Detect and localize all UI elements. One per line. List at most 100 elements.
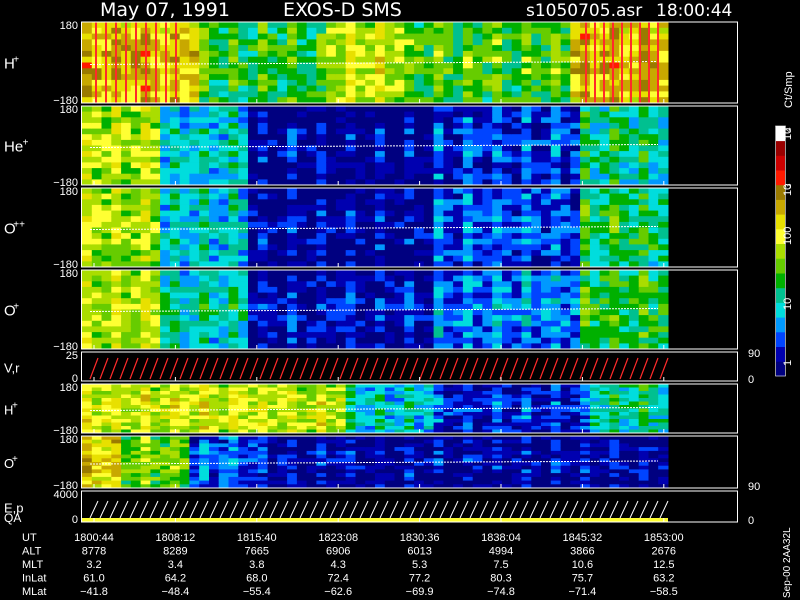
- spectrogram-cell-p6: [375, 422, 386, 427]
- spectrogram-cell-p1: [179, 79, 190, 87]
- spectrogram-cell-p1: [502, 39, 513, 46]
- spectrogram-cell-p3: [482, 210, 493, 217]
- spectrogram-cell-p3: [375, 255, 386, 262]
- spectrogram-cell-p3: [179, 238, 190, 245]
- spectrogram-cell-p7: [394, 450, 405, 456]
- spectrogram-cell-p4: [267, 281, 278, 288]
- spectrogram-cell-p3: [472, 199, 483, 206]
- spectrogram-cell-p6: [648, 422, 659, 427]
- spectrogram-cell-p1: [570, 39, 581, 46]
- spectrogram-cell-p7: [267, 476, 278, 482]
- spectrogram-cell-p6: [335, 426, 347, 430]
- spectrogram-cell-p4: [228, 326, 239, 333]
- spectrogram-cell-p4: [121, 326, 132, 333]
- spectrogram-cell-p1: [482, 91, 493, 98]
- spectrogram-cell-p1: [326, 91, 337, 98]
- spectrogram-cell-p4: [111, 332, 122, 339]
- spectrogram-cell-p3: [277, 199, 288, 206]
- spectrogram-cell-p2: [628, 173, 640, 180]
- spectrogram-cell-p4: [101, 303, 112, 310]
- spectrogram-cell-p4: [502, 281, 513, 288]
- spectrogram-cell-p4: [82, 298, 93, 305]
- spectrogram-cell-p6: [316, 422, 327, 427]
- spectrogram-cell-p1: [609, 62, 620, 69]
- spectrogram-cell-p2: [658, 168, 669, 175]
- spectrogram-cell-p2: [267, 162, 278, 169]
- spectrogram-cell-p4: [277, 315, 288, 322]
- spectrogram-cell-p7: [179, 473, 190, 478]
- spectrogram-cell-p1: [287, 74, 298, 81]
- spectrogram-cell-p1: [179, 50, 190, 58]
- spectrogram-cell-p3: [365, 238, 376, 245]
- spectrogram-cell-p7: [472, 476, 483, 482]
- spectrogram-cell-p6: [531, 394, 542, 399]
- spectrogram-cell-p2: [335, 168, 347, 175]
- spectrogram-cell-p3: [316, 255, 327, 262]
- spectrogram-cell-p6: [130, 426, 142, 430]
- spectrogram-cell-p6: [287, 426, 298, 430]
- spectrogram-cell-p4: [658, 332, 669, 339]
- spectrogram-cell-p6: [619, 398, 630, 402]
- spectrogram-cell-p4: [306, 286, 317, 293]
- spectrogram-cell-p4: [209, 281, 220, 288]
- spectrogram-cell-p6: [658, 405, 669, 409]
- spectrogram-cell-p4: [375, 303, 386, 310]
- spectrogram-cell-p3: [492, 188, 503, 195]
- spectrogram-cell-p6: [209, 394, 220, 399]
- spectrogram-cell-p4: [140, 309, 151, 316]
- spectrogram-cell-p3: [453, 255, 464, 262]
- spectrogram-cell-p6: [433, 422, 444, 427]
- spectrogram-cell-p4: [414, 309, 425, 316]
- spectrogram-cell-p4: [82, 286, 93, 293]
- spectrogram-cell-p2: [218, 111, 229, 118]
- spectrogram-cell-p2: [521, 151, 532, 158]
- spectrogram-cell-p7: [628, 480, 640, 485]
- spectrogram-cell-p2: [511, 122, 522, 129]
- spectrogram-cell-p6: [580, 405, 591, 409]
- spectrogram-cell-p7: [453, 450, 464, 456]
- spectrogram-cell-p4: [228, 275, 239, 282]
- spectrogram-cell-p4: [111, 281, 122, 288]
- spectrogram-cell-p2: [189, 128, 200, 135]
- spectrogram-cell-p3: [238, 221, 249, 228]
- spectrogram-cell-p6: [209, 408, 220, 413]
- spectrogram-cell-p2: [257, 168, 269, 175]
- spectrogram-cell-p6: [541, 401, 552, 406]
- spectrogram-cell-p2: [404, 156, 415, 163]
- spectrogram-cell-p1: [404, 39, 415, 46]
- spectrogram-cell-p2: [365, 168, 376, 175]
- spectrogram-cell-p1: [316, 45, 327, 52]
- spectrogram-cell-p3: [414, 221, 425, 228]
- spectrogram-cell-p3: [521, 216, 532, 223]
- spectrogram-cell-p7: [82, 465, 93, 470]
- spectrogram-cell-p2: [414, 117, 425, 124]
- spectrogram-cell-p1: [248, 33, 259, 40]
- spectrogram-cell-p4: [189, 281, 200, 288]
- spectrogram-cell-p7: [550, 465, 562, 470]
- spectrogram-cell-p4: [375, 332, 386, 339]
- spectrogram-cell-p1: [619, 74, 630, 81]
- spectrogram-cell-p3: [150, 250, 161, 257]
- spectrogram-cell-p2: [121, 145, 132, 152]
- spectrogram-cell-p7: [482, 436, 493, 441]
- spectrogram-cell-p2: [453, 151, 464, 158]
- spectrogram-cell-p7: [384, 450, 396, 456]
- spectrogram-cell-p4: [296, 326, 308, 333]
- spectrogram-cell-p4: [365, 332, 376, 339]
- spectrogram-cell-p2: [345, 139, 356, 146]
- spectrogram-cell-p6: [472, 412, 483, 416]
- spectrogram-cell-p6: [277, 384, 288, 388]
- spectrogram-cell-p6: [277, 398, 288, 402]
- spectrogram-cell-p6: [502, 391, 513, 395]
- spectrogram-cell-p6: [199, 405, 210, 409]
- spectrogram-cell-p7: [628, 473, 640, 478]
- spectrogram-cell-p1: [502, 74, 513, 81]
- spectrogram-cell-p7: [91, 454, 103, 459]
- spectrogram-cell-p7: [443, 473, 454, 478]
- spectrogram-cell-p4: [82, 337, 93, 344]
- spectrogram-cell-p1: [414, 45, 425, 52]
- spectrogram-cell-p4: [394, 270, 405, 277]
- spectrogram-cell-p7: [218, 462, 229, 467]
- spectrogram-cell-p4: [511, 298, 522, 305]
- spectrogram-cell-p2: [326, 134, 337, 141]
